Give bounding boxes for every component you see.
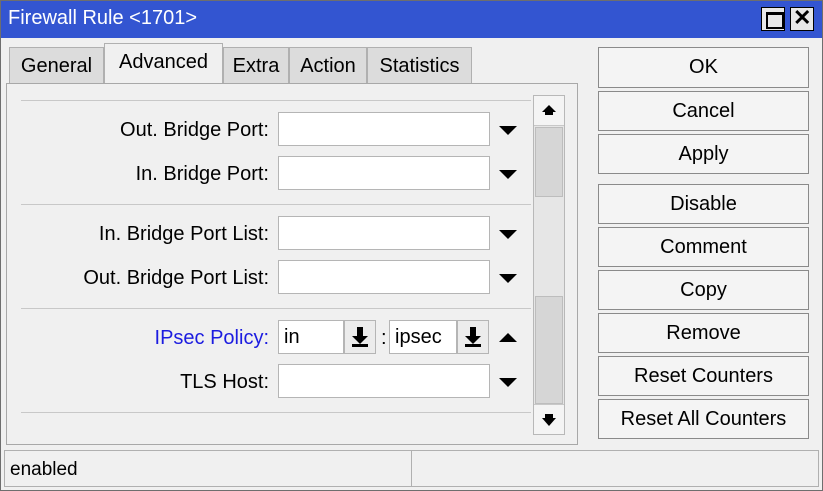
apply-button[interactable]: Apply [598, 134, 809, 174]
ipsec-direction-field[interactable]: in [278, 320, 344, 354]
out-bridge-port-label: Out. Bridge Port: [120, 119, 269, 141]
status-text: enabled [10, 459, 78, 480]
tab-statistics[interactable]: Statistics [367, 47, 472, 83]
tls-host-dropdown-icon[interactable] [499, 378, 517, 387]
tab-advanced[interactable]: Advanced [104, 43, 223, 83]
tls-host-field[interactable] [278, 364, 490, 398]
vertical-scrollbar[interactable] [533, 95, 565, 435]
arrow-down-icon [542, 414, 556, 426]
tab-action[interactable]: Action [289, 47, 367, 83]
in-bridge-port-list-label: In. Bridge Port List: [98, 223, 269, 245]
ipsec-separator: : [381, 327, 387, 349]
in-bridge-port-list-dropdown-icon[interactable] [499, 230, 517, 239]
separator [21, 308, 531, 309]
tab-general[interactable]: General [9, 47, 104, 83]
reset-all-counters-button[interactable]: Reset All Counters [598, 399, 809, 439]
remove-button[interactable]: Remove [598, 313, 809, 353]
in-bridge-port-field[interactable] [278, 156, 490, 190]
copy-button[interactable]: Copy [598, 270, 809, 310]
ipsec-policy-label: IPsec Policy: [154, 327, 269, 349]
scroll-thumb[interactable] [535, 127, 563, 197]
out-bridge-port-list-field[interactable] [278, 260, 490, 294]
separator [21, 412, 531, 413]
down-arrow-icon [465, 327, 481, 347]
out-bridge-port-list-label: Out. Bridge Port List: [83, 267, 269, 289]
title-bar[interactable]: Firewall Rule <1701> ✕ [1, 1, 822, 38]
maximize-icon [766, 12, 784, 29]
tls-host-label: TLS Host: [180, 371, 269, 393]
close-button[interactable]: ✕ [790, 5, 814, 31]
ok-button[interactable]: OK [598, 47, 809, 88]
maximize-button[interactable] [761, 7, 785, 31]
out-bridge-port-field[interactable] [278, 112, 490, 146]
close-icon: ✕ [793, 5, 812, 30]
in-bridge-port-label: In. Bridge Port: [135, 163, 269, 185]
separator [21, 204, 531, 205]
arrow-up-icon [542, 105, 556, 115]
status-secondary [413, 451, 418, 486]
status-bar: enabled [4, 450, 819, 487]
in-bridge-port-list-field[interactable] [278, 216, 490, 250]
ipsec-policy-field[interactable]: ipsec [389, 320, 457, 354]
ipsec-direction-dropdown-button[interactable] [344, 320, 376, 354]
scroll-down-button[interactable] [534, 404, 564, 434]
tab-extra[interactable]: Extra [223, 47, 289, 83]
firewall-rule-window: Firewall Rule <1701> ✕ General Advanced … [0, 0, 823, 491]
ipsec-policy-dropdown-button[interactable] [457, 320, 489, 354]
down-arrow-icon [352, 327, 368, 347]
window-title: Firewall Rule <1701> [8, 7, 197, 29]
scroll-thumb-lower[interactable] [535, 296, 563, 404]
in-bridge-port-dropdown-icon[interactable] [499, 170, 517, 179]
out-bridge-port-dropdown-icon[interactable] [499, 126, 517, 135]
scroll-up-button[interactable] [534, 96, 564, 126]
cancel-button[interactable]: Cancel [598, 91, 809, 131]
out-bridge-port-list-dropdown-icon[interactable] [499, 274, 517, 283]
reset-counters-button[interactable]: Reset Counters [598, 356, 809, 396]
advanced-panel: Out. Bridge Port: In. Bridge Port: In. B… [6, 83, 578, 445]
disable-button[interactable]: Disable [598, 184, 809, 224]
status-divider [411, 451, 412, 486]
collapse-up-icon[interactable] [499, 333, 517, 342]
separator [21, 100, 531, 101]
comment-button[interactable]: Comment [598, 227, 809, 267]
